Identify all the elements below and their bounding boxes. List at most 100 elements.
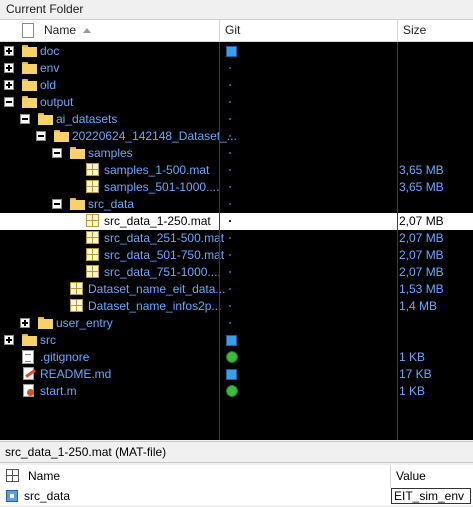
file-name: Dataset_name_eit_data... [88,282,226,296]
file-row[interactable]: ai_datasets [0,111,473,128]
file-row[interactable]: src [0,332,473,349]
file-name: README.md [40,367,112,381]
file-list-header: Name Git Size [0,20,473,42]
file-name: old [40,78,57,92]
git-column-header[interactable]: Git [225,20,240,41]
markdown-file-icon [22,366,36,382]
file-name: env [40,61,60,75]
file-name: samples [88,146,133,160]
file-name: src_data [88,197,135,211]
folder-icon [38,113,53,125]
expand-icon[interactable] [4,335,14,345]
git-status-icon [229,220,231,222]
details-panel-title: src_data_1-250.mat (MAT-file) [0,441,473,463]
file-row[interactable]: src_data [0,196,473,213]
file-name: src [40,333,56,347]
file-size: 1,4 MB [399,299,438,313]
variable-name: src_data [24,489,71,503]
collapse-icon[interactable] [52,148,62,158]
text-file-icon [22,350,34,364]
git-status-icon [229,118,231,120]
file-row[interactable]: Dataset_name_infos2p... 1,4 MB [0,298,473,315]
expand-icon[interactable] [4,46,14,56]
folder-icon [70,147,85,159]
file-row[interactable]: src_data_751-1000.... 2,07 MB [0,264,473,281]
file-row[interactable]: output [0,94,473,111]
folder-icon [22,62,37,74]
file-name: doc [40,44,60,58]
file-row[interactable]: 20220624_142148_Dataset_... [0,128,473,145]
mat-file-icon [86,265,99,278]
folder-icon [22,79,37,91]
file-row[interactable]: README.md 17 KB [0,366,473,383]
collapse-icon[interactable] [4,97,14,107]
expand-icon[interactable] [4,80,14,90]
variable-value-box: EIT_sim_env [391,488,471,504]
folder-icon [22,45,37,57]
collapse-icon[interactable] [20,114,30,124]
file-size: 2,07 MB [399,231,444,245]
collapse-icon[interactable] [36,131,46,141]
git-status-icon [229,169,231,171]
git-status-icon [229,135,231,137]
panel-titlebar: Current Folder [0,0,473,20]
file-type-column-icon[interactable] [22,23,34,38]
git-status-icon [226,385,238,397]
git-status-icon [229,288,231,290]
git-status-icon [229,322,231,324]
file-row[interactable]: user_entry [0,315,473,332]
git-status-icon [229,101,231,103]
git-status-icon [229,186,231,188]
git-status-icon [229,254,231,256]
size-column-header[interactable]: Size [403,20,426,41]
collapse-icon[interactable] [52,199,62,209]
folder-icon [54,130,69,142]
variable-icon [6,490,18,502]
file-name: 20220624_142148_Dataset_... [72,129,237,143]
file-name: src_data_751-1000.... [104,265,221,279]
file-row[interactable]: env [0,60,473,77]
git-status-icon [226,351,238,363]
file-row[interactable]: Dataset_name_eit_data... 1,53 MB [0,281,473,298]
file-row[interactable]: start.m 1 KB [0,383,473,400]
file-row[interactable]: src_data_251-500.mat 2,07 MB [0,230,473,247]
details-value-header[interactable]: Value [396,467,426,485]
file-name: src_data_1-250.mat [104,214,211,228]
file-size: 17 KB [399,367,432,381]
file-size: 3,65 MB [399,163,444,177]
folder-icon [22,334,37,346]
file-name: Dataset_name_infos2p... [88,299,222,313]
file-size: 1 KB [399,350,426,364]
file-size: 2,07 MB [399,265,444,279]
git-status-icon [229,152,231,154]
file-row[interactable]: samples [0,145,473,162]
sort-ascending-icon [83,28,91,33]
expand-icon[interactable] [4,63,14,73]
name-column-header[interactable]: Name [44,20,76,41]
expand-icon[interactable] [20,318,30,328]
file-row[interactable]: samples_1-500.mat 3,65 MB [0,162,473,179]
git-status-icon [226,46,237,57]
file-size: 2,07 MB [399,214,444,228]
file-row[interactable]: src_data_1-250.mat 2,07 MB [0,213,473,230]
file-row[interactable]: old [0,77,473,94]
file-row[interactable]: src_data_501-750.mat 2,07 MB [0,247,473,264]
file-size: 1 KB [399,384,426,398]
git-status-icon [229,67,231,69]
git-status-icon [229,271,231,273]
file-size: 2,07 MB [399,248,444,262]
file-row[interactable]: doc [0,43,473,60]
file-name: samples_1-500.mat [104,163,210,177]
git-status-icon [226,369,237,380]
git-status-icon [226,335,237,346]
file-name: src_data_251-500.mat [104,231,225,245]
details-name-header[interactable]: Name [28,467,60,485]
mat-file-icon [86,180,99,193]
folder-icon [70,198,85,210]
file-list: doc env old output ai_datasets 20220624_14214… [0,42,473,440]
file-row[interactable]: .gitignore 1 KB [0,349,473,366]
file-row[interactable]: samples_501-1000.... 3,65 MB [0,179,473,196]
mat-file-icon [86,248,99,261]
m-script-icon [22,383,36,399]
variable-value: EIT_sim_env [394,489,465,503]
